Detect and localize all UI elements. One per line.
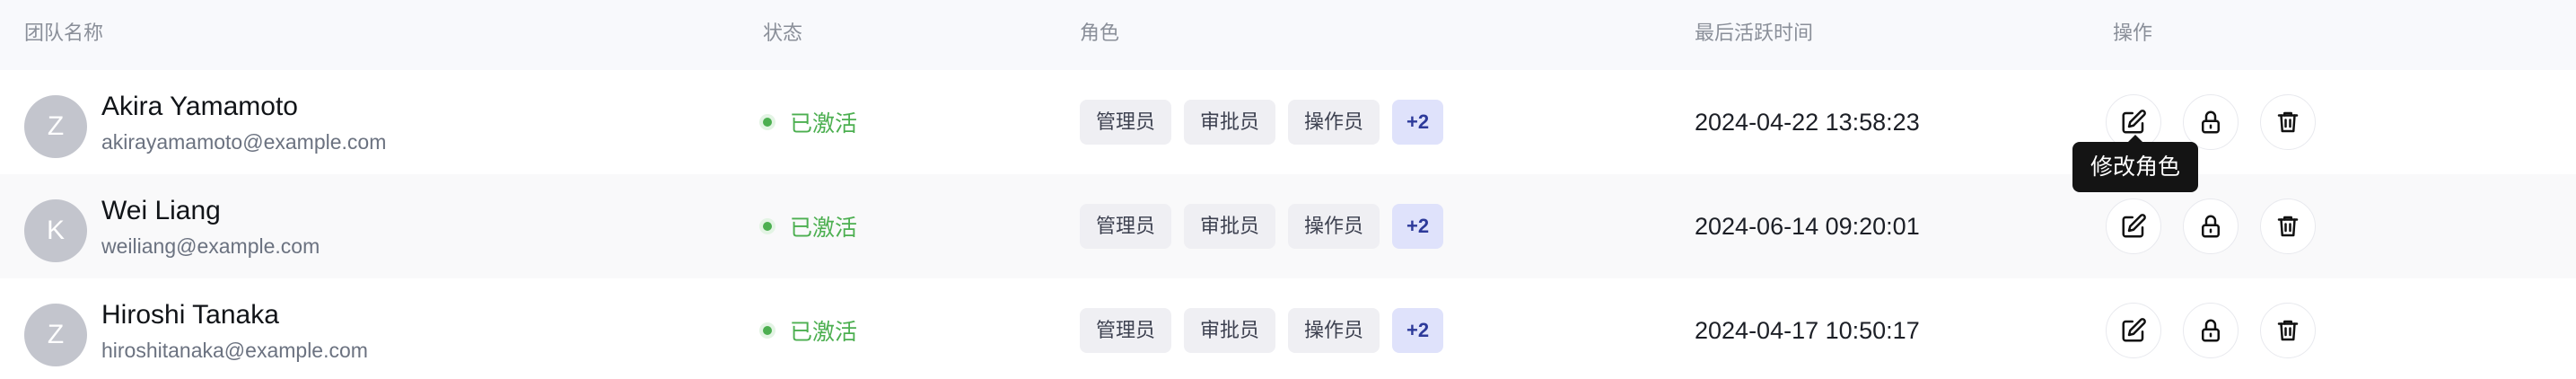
role-tag: 操作员 bbox=[1288, 204, 1380, 249]
edit-role-button[interactable] bbox=[2106, 198, 2161, 254]
edit-role-tooltip: 修改角色 bbox=[2072, 135, 2199, 192]
row-actions bbox=[2106, 278, 2316, 379]
member-name: Wei Liang bbox=[101, 196, 221, 225]
role-tags: 管理员 审批员 操作员 +2 bbox=[1080, 70, 1444, 174]
trash-icon bbox=[2277, 216, 2299, 237]
avatar: K bbox=[24, 199, 87, 262]
tooltip-arrow bbox=[2128, 135, 2142, 142]
last-active-time: 2024-04-17 10:50:17 bbox=[1695, 317, 1920, 344]
delete-button[interactable] bbox=[2260, 198, 2316, 254]
trash-icon bbox=[2277, 320, 2299, 341]
member-name: Hiroshi Tanaka bbox=[101, 300, 279, 330]
role-tag: 管理员 bbox=[1080, 308, 1172, 353]
role-tag: 管理员 bbox=[1080, 204, 1172, 249]
more-roles-tag[interactable]: +2 bbox=[1392, 204, 1444, 249]
role-tag: 管理员 bbox=[1080, 100, 1172, 145]
member-email: weiliang@example.com bbox=[101, 234, 320, 258]
status-text: 已激活 bbox=[790, 216, 858, 241]
trash-icon bbox=[2277, 111, 2299, 133]
last-active-time: 2024-06-14 09:20:01 bbox=[1695, 213, 1920, 240]
column-header-last-active[interactable]: 最后活跃时间 bbox=[1695, 0, 1813, 70]
team-table: 团队名称 状态 角色 最后活跃时间 操作 Z Akira Yamamoto ak… bbox=[0, 0, 2576, 379]
status-badge: 已激活 bbox=[763, 70, 857, 174]
role-tag: 操作员 bbox=[1288, 100, 1380, 145]
status-text: 已激活 bbox=[790, 111, 858, 137]
lock-icon bbox=[2202, 215, 2220, 238]
status-dot-icon bbox=[763, 118, 772, 127]
column-header-role[interactable]: 角色 bbox=[1080, 0, 1119, 70]
last-active-time: 2024-04-22 13:58:23 bbox=[1695, 109, 1920, 136]
delete-button[interactable] bbox=[2260, 303, 2316, 358]
member-email: hiroshitanaka@example.com bbox=[101, 339, 368, 362]
column-header-status[interactable]: 状态 bbox=[763, 0, 802, 70]
table-row: Z Hiroshi Tanaka hiroshitanaka@example.c… bbox=[0, 278, 2576, 379]
status-badge: 已激活 bbox=[763, 278, 857, 379]
role-tag: 审批员 bbox=[1184, 100, 1276, 145]
role-tag: 操作员 bbox=[1288, 308, 1380, 353]
member-name: Akira Yamamoto bbox=[101, 92, 298, 121]
lock-button[interactable] bbox=[2183, 303, 2239, 358]
lock-icon bbox=[2202, 319, 2220, 342]
role-tag: 审批员 bbox=[1184, 308, 1276, 353]
tooltip-text: 修改角色 bbox=[2090, 154, 2181, 180]
role-tag: 审批员 bbox=[1184, 204, 1276, 249]
edit-icon bbox=[2122, 214, 2146, 238]
table-header: 团队名称 状态 角色 最后活跃时间 操作 bbox=[0, 0, 2576, 71]
edit-role-button[interactable] bbox=[2106, 303, 2161, 358]
lock-icon bbox=[2202, 110, 2220, 134]
delete-button[interactable] bbox=[2260, 94, 2316, 150]
more-roles-tag[interactable]: +2 bbox=[1392, 100, 1444, 145]
lock-button[interactable] bbox=[2183, 198, 2239, 254]
column-header-team-name[interactable]: 团队名称 bbox=[24, 0, 103, 70]
status-badge: 已激活 bbox=[763, 174, 857, 278]
avatar: Z bbox=[24, 95, 87, 158]
role-tags: 管理员 审批员 操作员 +2 bbox=[1080, 174, 1444, 278]
edit-icon bbox=[2122, 110, 2146, 134]
member-email: akirayamamoto@example.com bbox=[101, 130, 387, 154]
status-text: 已激活 bbox=[790, 320, 858, 345]
avatar: Z bbox=[24, 304, 87, 366]
status-dot-icon bbox=[763, 222, 772, 231]
role-tags: 管理员 审批员 操作员 +2 bbox=[1080, 278, 1444, 379]
column-header-actions: 操作 bbox=[2113, 22, 2153, 44]
edit-icon bbox=[2122, 318, 2146, 342]
more-roles-tag[interactable]: +2 bbox=[1392, 308, 1444, 353]
status-dot-icon bbox=[763, 326, 772, 335]
